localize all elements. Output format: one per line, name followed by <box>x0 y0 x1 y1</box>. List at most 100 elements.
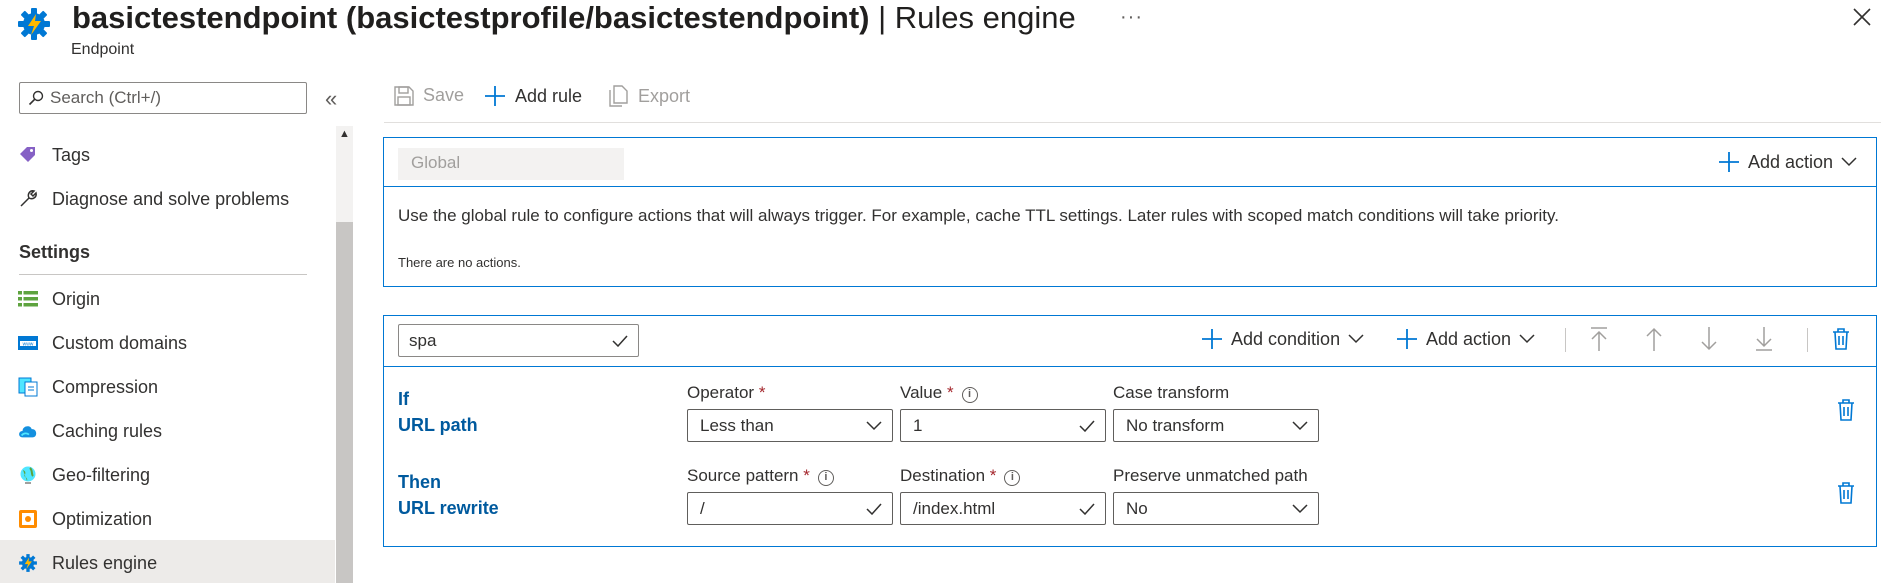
preserve-unmatched-path-label: Preserve unmatched path <box>1113 466 1308 485</box>
info-icon[interactable]: i <box>1004 470 1021 486</box>
svg-text:www: www <box>23 342 34 348</box>
global-rule-name-field: Global <box>398 148 624 180</box>
plus-icon <box>1201 328 1223 350</box>
move-up-icon[interactable] <box>1644 326 1664 352</box>
preserve-unmatched-path-value: No <box>1126 498 1148 518</box>
required-marker: * <box>758 383 766 402</box>
export-label: Export <box>638 85 691 106</box>
chevron-down-icon <box>1348 334 1364 344</box>
condition-keyword: If <box>398 389 409 409</box>
sidebar-item-label: Optimization <box>52 508 153 529</box>
add-action-label: Add action <box>1426 328 1512 349</box>
case-transform-dropdown[interactable]: No transform <box>1113 409 1319 442</box>
action-keyword: Then <box>398 472 441 492</box>
checkmark-icon <box>1079 419 1095 432</box>
sidebar-item-tags[interactable]: Tags <box>18 135 336 175</box>
cloud-icon <box>18 421 38 441</box>
checkmark-icon <box>866 502 882 515</box>
page-title: basictestendpoint (basictestprofile/basi… <box>72 0 1076 36</box>
sidebar-item-caching-rules[interactable]: Caching rules <box>18 411 336 451</box>
source-pattern-input[interactable]: / <box>687 492 893 525</box>
plus-icon <box>1396 328 1418 350</box>
page-title-suffix: | Rules engine <box>869 0 1076 35</box>
save-button[interactable]: Save <box>394 85 464 106</box>
sidebar-item-label: Caching rules <box>52 420 163 441</box>
sidebar-item-origin[interactable]: Origin <box>18 279 336 319</box>
source-pattern-label-text: Source pattern <box>687 466 799 485</box>
delete-condition-icon[interactable] <box>1837 399 1855 421</box>
sidebar-scrollbar-thumb[interactable] <box>336 222 353 583</box>
plus-icon <box>1718 151 1740 173</box>
operator-value: Less than <box>700 415 774 435</box>
case-transform-label: Case transform <box>1113 383 1230 402</box>
chevron-down-icon <box>866 420 882 431</box>
origin-icon <box>18 289 38 309</box>
action-type: URL rewrite <box>398 498 499 518</box>
operator-dropdown[interactable]: Less than <box>687 409 893 442</box>
destination-value: /index.html <box>913 498 996 518</box>
add-rule-button[interactable]: Add rule <box>484 85 582 107</box>
sidebar-item-geo-filtering[interactable]: Geo-filtering <box>18 455 336 495</box>
settings-section-header: Settings <box>19 242 91 262</box>
search-input[interactable]: Search (Ctrl+/) <box>19 82 307 114</box>
sidebar-item-diagnose[interactable]: Diagnose and solve problems <box>18 179 336 219</box>
page-title-main: basictestendpoint (basictestprofile/basi… <box>72 0 870 35</box>
sidebar-item-optimization[interactable]: Optimization <box>18 499 336 539</box>
case-transform-value: No transform <box>1126 415 1225 435</box>
delete-rule-icon[interactable] <box>1832 328 1850 350</box>
gear-bolt-icon <box>18 553 38 573</box>
www-icon: www <box>18 333 38 353</box>
search-placeholder: Search (Ctrl+/) <box>50 88 161 107</box>
info-icon[interactable]: i <box>817 470 834 486</box>
save-icon <box>394 85 414 106</box>
add-condition-button[interactable]: Add condition <box>1201 328 1364 350</box>
source-pattern-value: / <box>700 498 705 518</box>
export-icon <box>609 85 629 107</box>
section-divider <box>19 274 307 275</box>
value-label-text: Value <box>900 383 943 402</box>
tag-icon <box>18 145 38 165</box>
global-add-action-button[interactable]: Add action <box>1718 151 1857 173</box>
global-rule-description: Use the global rule to configure actions… <box>398 206 1559 225</box>
value-input[interactable]: 1 <box>900 409 1106 442</box>
condition-type: URL path <box>398 415 478 435</box>
destination-label: Destination * i <box>900 466 1021 486</box>
toolbar-separator <box>1565 328 1566 352</box>
sidebar-item-label: Tags <box>52 144 91 165</box>
rule-name-input[interactable]: spa <box>398 324 639 357</box>
required-marker: * <box>989 466 997 485</box>
rule-add-action-button[interactable]: Add action <box>1396 328 1535 350</box>
export-button[interactable]: Export <box>609 85 690 107</box>
value-label: Value * i <box>900 383 978 403</box>
sidebar-item-rules-engine[interactable]: Rules engine <box>18 543 336 583</box>
scroll-up-arrow-icon[interactable]: ▲ <box>339 128 350 140</box>
more-options-button[interactable]: ··· <box>1120 6 1143 29</box>
required-marker: * <box>946 383 954 402</box>
close-icon[interactable] <box>1853 8 1871 26</box>
toolbar-divider <box>384 122 1881 123</box>
no-actions-message: There are no actions. <box>398 255 521 270</box>
destination-label-text: Destination <box>900 466 986 485</box>
chevron-down-icon <box>1519 334 1535 344</box>
globe-icon <box>18 465 38 485</box>
sidebar-item-custom-domains[interactable]: www Custom domains <box>18 323 336 363</box>
move-to-bottom-icon[interactable] <box>1754 326 1774 352</box>
move-to-top-icon[interactable] <box>1589 326 1609 352</box>
collapse-sidebar-button[interactable]: « <box>325 86 337 112</box>
info-icon[interactable]: i <box>961 387 978 403</box>
move-down-icon[interactable] <box>1699 326 1719 352</box>
sidebar-item-compression[interactable]: Compression <box>18 367 336 407</box>
operator-label: Operator * <box>687 383 765 403</box>
rule-header-divider <box>384 366 1876 367</box>
chevron-down-icon <box>1292 503 1308 514</box>
preserve-unmatched-path-dropdown[interactable]: No <box>1113 492 1319 525</box>
sidebar-item-label: Origin <box>52 288 101 309</box>
save-label: Save <box>423 85 465 105</box>
wrench-icon <box>18 189 38 209</box>
checkmark-icon <box>612 334 628 347</box>
destination-input[interactable]: /index.html <box>900 492 1106 525</box>
value-value: 1 <box>913 415 923 435</box>
toolbar-separator <box>1807 328 1808 352</box>
rules-engine-logo-icon <box>16 6 52 42</box>
delete-action-icon[interactable] <box>1837 482 1855 504</box>
